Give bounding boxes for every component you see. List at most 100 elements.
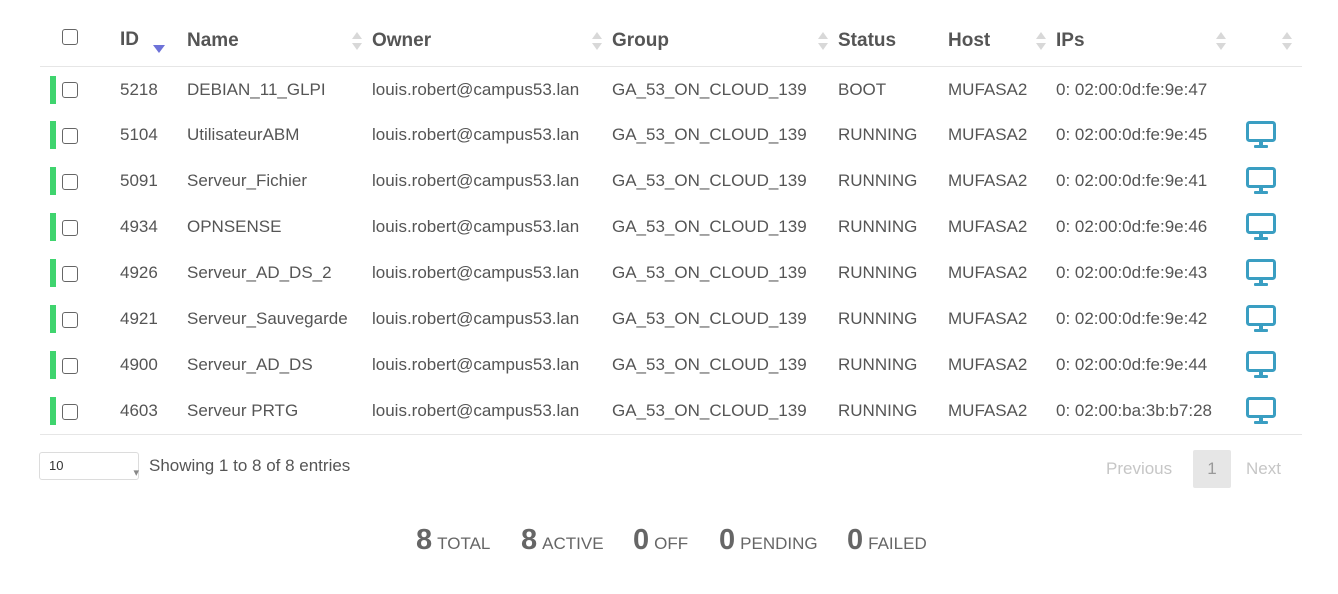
column-header-status[interactable]: Status [838, 16, 948, 67]
cell-owner: louis.robert@campus53.lan [372, 171, 580, 190]
column-header-status-label: Status [838, 30, 897, 51]
row-checkbox[interactable] [62, 173, 78, 190]
cell-actions [1236, 250, 1302, 296]
cell-owner: louis.robert@campus53.lan [372, 125, 580, 144]
summary-failed: 0 FAILED [847, 524, 927, 557]
row-checkbox[interactable] [62, 311, 78, 328]
summary-off-value: 0 [633, 524, 650, 556]
cell-name: Serveur PRTG [187, 388, 372, 435]
summary-total-label: TOTAL [437, 534, 491, 553]
column-header-ips[interactable]: IPs [1056, 16, 1236, 67]
row-checkbox[interactable] [62, 357, 78, 374]
cell-ips: 0: 02:00:0d:fe:9e:41 [1056, 171, 1208, 190]
cell-status: RUNNING [838, 388, 948, 435]
cell-name: OPNSENSE [187, 217, 282, 236]
cell-status: RUNNING [838, 355, 918, 374]
summary-active-value: 8 [521, 524, 538, 556]
previous-page-button[interactable]: Previous [1106, 459, 1172, 479]
table-row[interactable]: 4900 Serveur_AD_DS louis.robert@campus53.l… [40, 342, 1302, 388]
page-length-select[interactable]: 10 ▾ [39, 452, 139, 480]
column-header-name[interactable]: Name [187, 16, 372, 67]
summary-total-value: 8 [416, 524, 433, 556]
cell-ips: 0: 02:00:0d:fe:9e:45 [1056, 125, 1208, 144]
row-checkbox[interactable] [62, 219, 78, 236]
monitor-icon[interactable] [1246, 259, 1276, 287]
cell-ips: 0: 02:00:0d:fe:9e:47 [1056, 79, 1208, 99]
cell-actions [1236, 158, 1302, 204]
row-checkbox[interactable] [62, 82, 78, 99]
page-length-value: 10 [49, 458, 64, 473]
column-header-owner[interactable]: Owner [372, 16, 612, 67]
cell-owner: louis.robert@campus53.lan [372, 355, 580, 374]
row-select-cell [40, 204, 120, 250]
summary-active-label: ACTIVE [542, 534, 604, 553]
monitor-icon[interactable] [1246, 213, 1276, 241]
cell-name: UtilisateurABM [187, 125, 300, 144]
cell-group: GA_53_ON_CLOUD_139 [612, 79, 807, 99]
row-checkbox[interactable] [62, 127, 78, 144]
column-header-actions[interactable] [1236, 16, 1302, 67]
monitor-icon[interactable] [1246, 397, 1276, 425]
cell-owner: louis.robert@campus53.lan [372, 388, 612, 435]
row-checkbox[interactable] [62, 265, 78, 282]
cell-status: RUNNING [838, 217, 918, 236]
cell-status: RUNNING [838, 125, 918, 144]
column-header-group[interactable]: Group [612, 16, 838, 67]
column-header-id-label: ID [120, 29, 139, 50]
vm-table-body: 5218 DEBIAN_11_GLPI louis.robert@campus53.… [40, 67, 1302, 435]
sort-icon [352, 32, 362, 50]
monitor-icon[interactable] [1246, 121, 1276, 149]
cell-owner: louis.robert@campus53.lan [372, 263, 580, 282]
page-1-button[interactable]: 1 [1193, 450, 1231, 488]
cell-id: 4926 [120, 263, 158, 282]
cell-host: MUFASA2 [948, 79, 1028, 99]
table-row[interactable]: 5218 DEBIAN_11_GLPI louis.robert@campus53.… [40, 67, 1302, 113]
cell-group: GA_53_ON_CLOUD_139 [612, 171, 807, 190]
monitor-icon[interactable] [1246, 351, 1276, 379]
table-row[interactable]: 5091 Serveur_Fichier louis.robert@campus53… [40, 158, 1302, 204]
cell-name: DEBIAN_11_GLPI [187, 79, 326, 99]
cell-owner: louis.robert@campus53.lan [372, 79, 580, 99]
row-select-cell [40, 158, 120, 204]
cell-name: Serveur_AD_DS_2 [187, 263, 332, 282]
summary-pending-label: PENDING [740, 534, 818, 553]
cell-ips: 0: 02:00:0d:fe:9e:44 [1056, 355, 1208, 374]
table-row[interactable]: 5104 UtilisateurABM louis.robert@campus53.… [40, 112, 1302, 158]
row-select-cell [40, 296, 120, 342]
monitor-icon[interactable] [1246, 167, 1276, 195]
row-select-cell [40, 250, 120, 296]
select-all-header [40, 16, 120, 67]
sort-icon [1216, 32, 1226, 50]
table-row[interactable]: 4934 OPNSENSE louis.robert@campus53.lan GA_… [40, 204, 1302, 250]
vm-table: ID Name Owner Group Status Host IPs 5218… [40, 16, 1302, 435]
cell-owner: louis.robert@campus53.lan [372, 217, 580, 236]
table-header-row: ID Name Owner Group Status Host IPs [40, 16, 1302, 67]
cell-status: RUNNING [838, 263, 918, 282]
next-page-button[interactable]: Next [1246, 459, 1281, 479]
column-header-host-label: Host [948, 30, 991, 51]
cell-owner: louis.robert@campus53.lan [372, 309, 580, 328]
chevron-down-icon: ▾ [133, 467, 139, 479]
sort-icon [1282, 32, 1292, 50]
row-select-cell [40, 388, 120, 435]
table-row[interactable]: 4603 Serveur PRTG louis.robert@campus53.la… [40, 388, 1302, 435]
cell-ips: 0: 02:00:ba:3b:b7:28 [1056, 388, 1236, 435]
cell-actions [1236, 388, 1302, 435]
select-all-checkbox[interactable] [62, 28, 78, 45]
column-header-host[interactable]: Host [948, 16, 1056, 67]
cell-id: 5218 [120, 79, 158, 99]
column-header-id[interactable]: ID [120, 16, 187, 67]
sort-desc-icon [153, 45, 165, 53]
table-row[interactable]: 4921 Serveur_Sauvegarde louis.robert@campu… [40, 296, 1302, 342]
column-header-group-label: Group [612, 30, 669, 51]
cell-status: RUNNING [838, 171, 918, 190]
sort-icon [1036, 32, 1046, 50]
state-indicator [50, 121, 56, 149]
row-checkbox[interactable] [62, 403, 78, 420]
column-header-owner-label: Owner [372, 30, 432, 51]
summary-off-label: OFF [654, 534, 689, 553]
monitor-icon[interactable] [1246, 305, 1276, 333]
cell-id: 4934 [120, 217, 158, 236]
table-row[interactable]: 4926 Serveur_AD_DS_2 louis.robert@campus53… [40, 250, 1302, 296]
cell-actions [1236, 112, 1302, 158]
